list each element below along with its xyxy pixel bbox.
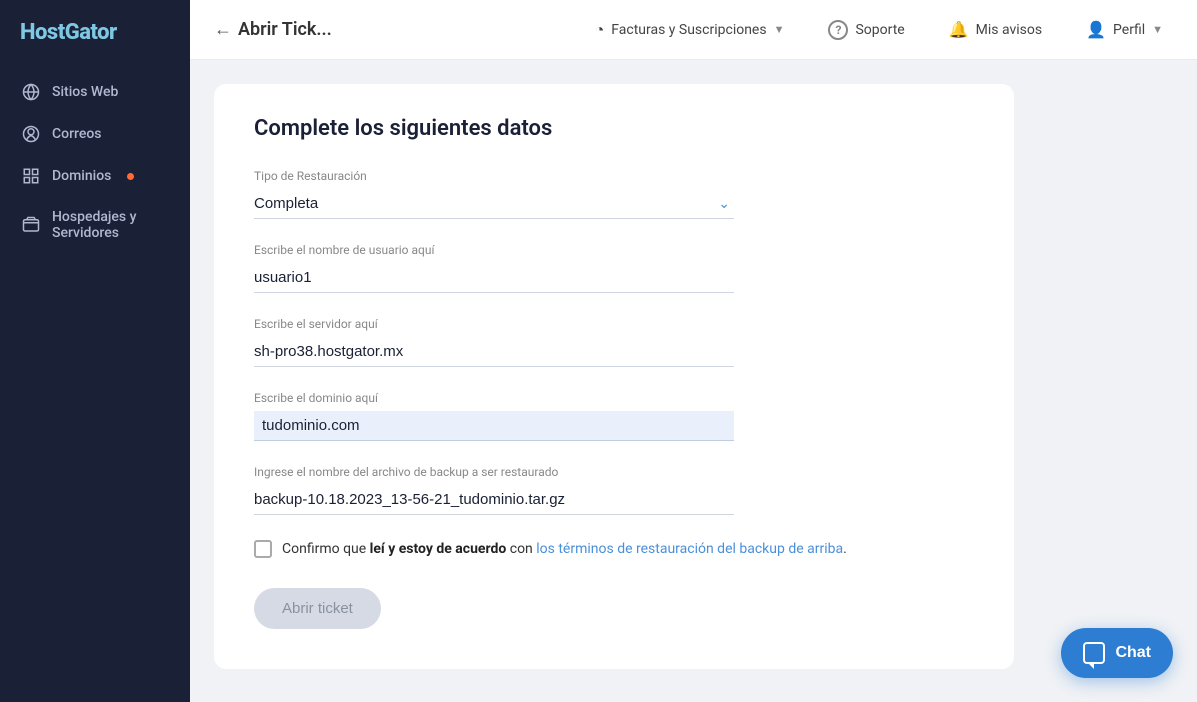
terms-mid: con xyxy=(506,541,536,557)
notices-menu[interactable]: 🔔 Mis avisos xyxy=(939,14,1052,45)
domain-group: Escribe el dominio aquí xyxy=(254,391,974,441)
profile-label: Perfil xyxy=(1113,22,1145,38)
server-input[interactable] xyxy=(254,337,734,367)
restoration-type-group: Tipo de Restauración Completa Parcial Ba… xyxy=(254,169,974,219)
support-label: Soporte xyxy=(855,22,904,38)
sidebar-item-label: Correos xyxy=(52,126,102,142)
sidebar-item-label: Hospedajes y Servidores xyxy=(52,209,168,241)
notification-dot xyxy=(127,173,134,180)
chevron-down-icon: ▼ xyxy=(1152,23,1163,36)
sidebar-nav: Sitios Web Correos Dominios xyxy=(0,73,190,251)
chevron-down-icon: ▼ xyxy=(774,23,785,36)
server-group: Escribe el servidor aquí xyxy=(254,317,974,367)
username-label: Escribe el nombre de usuario aquí xyxy=(254,243,974,257)
submit-button[interactable]: Abrir ticket xyxy=(254,588,381,629)
chat-icon xyxy=(1083,642,1105,664)
user-icon: 👤 xyxy=(1086,20,1106,39)
server-label: Escribe el servidor aquí xyxy=(254,317,974,331)
sidebar-item-label: Sitios Web xyxy=(52,84,118,100)
notices-label: Mis avisos xyxy=(976,22,1042,38)
sidebar: HostGator Sitios Web Correos xyxy=(0,0,190,702)
backup-input[interactable] xyxy=(254,485,734,515)
restoration-type-label: Tipo de Restauración xyxy=(254,169,974,183)
terms-checkbox-row: Confirmo que leí y estoy de acuerdo con … xyxy=(254,539,974,560)
globe-icon xyxy=(22,83,40,101)
terms-pre: Confirmo que xyxy=(282,541,370,557)
bell-icon: 🔔 xyxy=(949,20,969,39)
sidebar-item-label: Dominios xyxy=(52,168,111,184)
backup-label: Ingrese el nombre del archivo de backup … xyxy=(254,465,974,479)
billing-menu[interactable]: ◔ Facturas y Suscripciones ▼ xyxy=(585,14,795,46)
backup-group: Ingrese el nombre del archivo de backup … xyxy=(254,465,974,515)
terms-checkbox[interactable] xyxy=(254,540,272,558)
terms-label: Confirmo que leí y estoy de acuerdo con … xyxy=(282,539,847,560)
sidebar-item-dominios[interactable]: Dominios xyxy=(8,157,182,195)
username-input[interactable] xyxy=(254,263,734,293)
grid-icon xyxy=(22,167,40,185)
topnav: ← Abrir Tick... ◔ Facturas y Suscripcion… xyxy=(190,0,1197,60)
terms-link[interactable]: los términos de restauración del backup … xyxy=(536,541,843,557)
content-area: Complete los siguientes datos Tipo de Re… xyxy=(190,60,1197,702)
terms-post: . xyxy=(843,541,847,557)
main-area: ← Abrir Tick... ◔ Facturas y Suscripcion… xyxy=(190,0,1197,702)
envelope-icon xyxy=(22,125,40,143)
back-arrow-icon: ← xyxy=(214,19,232,40)
brand-logo: HostGator xyxy=(0,0,190,73)
chat-label: Chat xyxy=(1115,644,1151,662)
restoration-type-select[interactable]: Completa Parcial Base de datos xyxy=(254,189,734,219)
page-title: Complete los siguientes datos xyxy=(254,116,974,141)
terms-bold: leí y estoy de acuerdo xyxy=(370,541,507,557)
billing-label: Facturas y Suscripciones xyxy=(611,22,766,38)
sidebar-item-correos[interactable]: Correos xyxy=(8,115,182,153)
chat-button[interactable]: Chat xyxy=(1061,628,1173,678)
back-button[interactable]: ← Abrir Tick... xyxy=(214,19,332,40)
domain-label: Escribe el dominio aquí xyxy=(254,391,974,405)
username-group: Escribe el nombre de usuario aquí xyxy=(254,243,974,293)
question-icon: ? xyxy=(828,20,848,40)
restoration-type-select-wrapper: Completa Parcial Base de datos ⌄ xyxy=(254,189,734,219)
billing-icon: ◔ xyxy=(595,20,605,40)
domain-input[interactable] xyxy=(254,411,734,441)
folder-icon xyxy=(22,216,40,234)
profile-menu[interactable]: 👤 Perfil ▼ xyxy=(1076,14,1173,45)
support-menu[interactable]: ? Soporte xyxy=(818,14,914,46)
brand-name: HostGator xyxy=(20,20,117,45)
sidebar-item-hospedajes[interactable]: Hospedajes y Servidores xyxy=(8,199,182,251)
sidebar-item-sitios-web[interactable]: Sitios Web xyxy=(8,73,182,111)
form-card: Complete los siguientes datos Tipo de Re… xyxy=(214,84,1014,669)
back-label: Abrir Tick... xyxy=(238,19,332,40)
